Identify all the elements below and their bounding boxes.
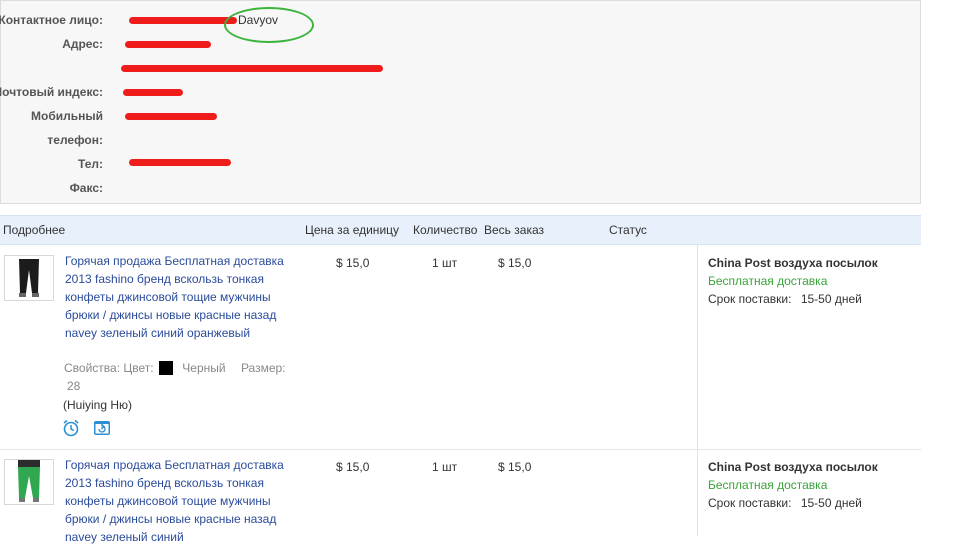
fax-row: Факс:: [1, 181, 901, 197]
delivery-label: Срок поставки:: [708, 292, 792, 306]
order-row: Горячая продажа Бесплатная доставка 2013…: [0, 245, 921, 450]
shipping-method: China Post воздуха посылок: [708, 460, 878, 474]
column-status: Статус: [609, 223, 647, 237]
product-thumbnail[interactable]: [4, 459, 54, 505]
row-action-icons: [62, 419, 111, 440]
color-name: Черный: [182, 361, 226, 375]
fax-label: Факс:: [69, 181, 103, 195]
shipping-info: China Post воздуха посылок Бесплатная до…: [708, 254, 878, 308]
free-shipping: Бесплатная доставка: [708, 478, 828, 492]
column-unit-price: Цена за единицу: [305, 223, 400, 237]
delivery-value: 15-50 дней: [800, 496, 862, 510]
quantity: 1 шт: [432, 460, 458, 474]
shipping-info: China Post воздуха посылок Бесплатная до…: [708, 458, 878, 512]
column-quantity: Количество: [413, 223, 478, 237]
redaction-mark: [123, 89, 183, 96]
contact-person-label: Контактное лицо:: [0, 13, 103, 27]
phone-label: телефон:: [47, 133, 103, 147]
product-title-link[interactable]: Горячая продажа Бесплатная доставка 2013…: [65, 456, 291, 546]
column-details: Подробнее: [3, 223, 66, 237]
order-row: Горячая продажа Бесплатная доставка 2013…: [0, 450, 921, 544]
delivery-time: Срок поставки: 15-50 дней: [708, 494, 878, 512]
redaction-mark: [121, 65, 383, 72]
order-total: $ 15,0: [498, 256, 532, 270]
delivery-label: Срок поставки:: [708, 496, 792, 510]
redaction-mark: [125, 113, 217, 120]
column-total: Весь заказ: [484, 223, 544, 237]
postal-label: Почтовый индекс:: [0, 85, 103, 99]
tel-label: Тел:: [77, 157, 103, 171]
seller-name: (Huiying Ню): [63, 398, 133, 412]
free-shipping: Бесплатная доставка: [708, 274, 828, 288]
contact-info-panel: Контактное лицо: Davyov Адрес: Почтовый …: [0, 0, 921, 204]
unit-price: $ 15,0: [336, 256, 370, 270]
product-properties: Свойства: Цвет: Черный Размер:: [64, 361, 286, 375]
refresh-icon[interactable]: [93, 419, 111, 440]
shipping-method: China Post воздуха посылок: [708, 256, 878, 270]
order-total: $ 15,0: [498, 460, 532, 474]
redaction-mark: [125, 41, 211, 48]
delivery-time: Срок поставки: 15-50 дней: [708, 290, 878, 308]
mobile-label: Мобильный: [31, 109, 103, 123]
redaction-mark: [129, 17, 237, 24]
size-label: Размер:: [240, 361, 286, 375]
phone-row: телефон:: [1, 133, 901, 149]
properties-label: Свойства: Цвет:: [64, 361, 154, 375]
address-label: Адрес:: [62, 37, 103, 51]
product-title-link[interactable]: Горячая продажа Бесплатная доставка 2013…: [65, 252, 291, 342]
order-table-header: Подробнее Цена за единицу Количество Вес…: [0, 215, 921, 245]
quantity: 1 шт: [432, 256, 458, 270]
product-thumbnail[interactable]: [4, 255, 54, 301]
alarm-clock-icon[interactable]: [62, 419, 80, 440]
column-divider: [697, 245, 698, 449]
redaction-mark: [129, 159, 231, 166]
size-value: 28: [67, 379, 81, 393]
unit-price: $ 15,0: [336, 460, 370, 474]
column-divider: [697, 450, 698, 536]
delivery-value: 15-50 дней: [800, 292, 862, 306]
color-swatch: [158, 361, 173, 375]
